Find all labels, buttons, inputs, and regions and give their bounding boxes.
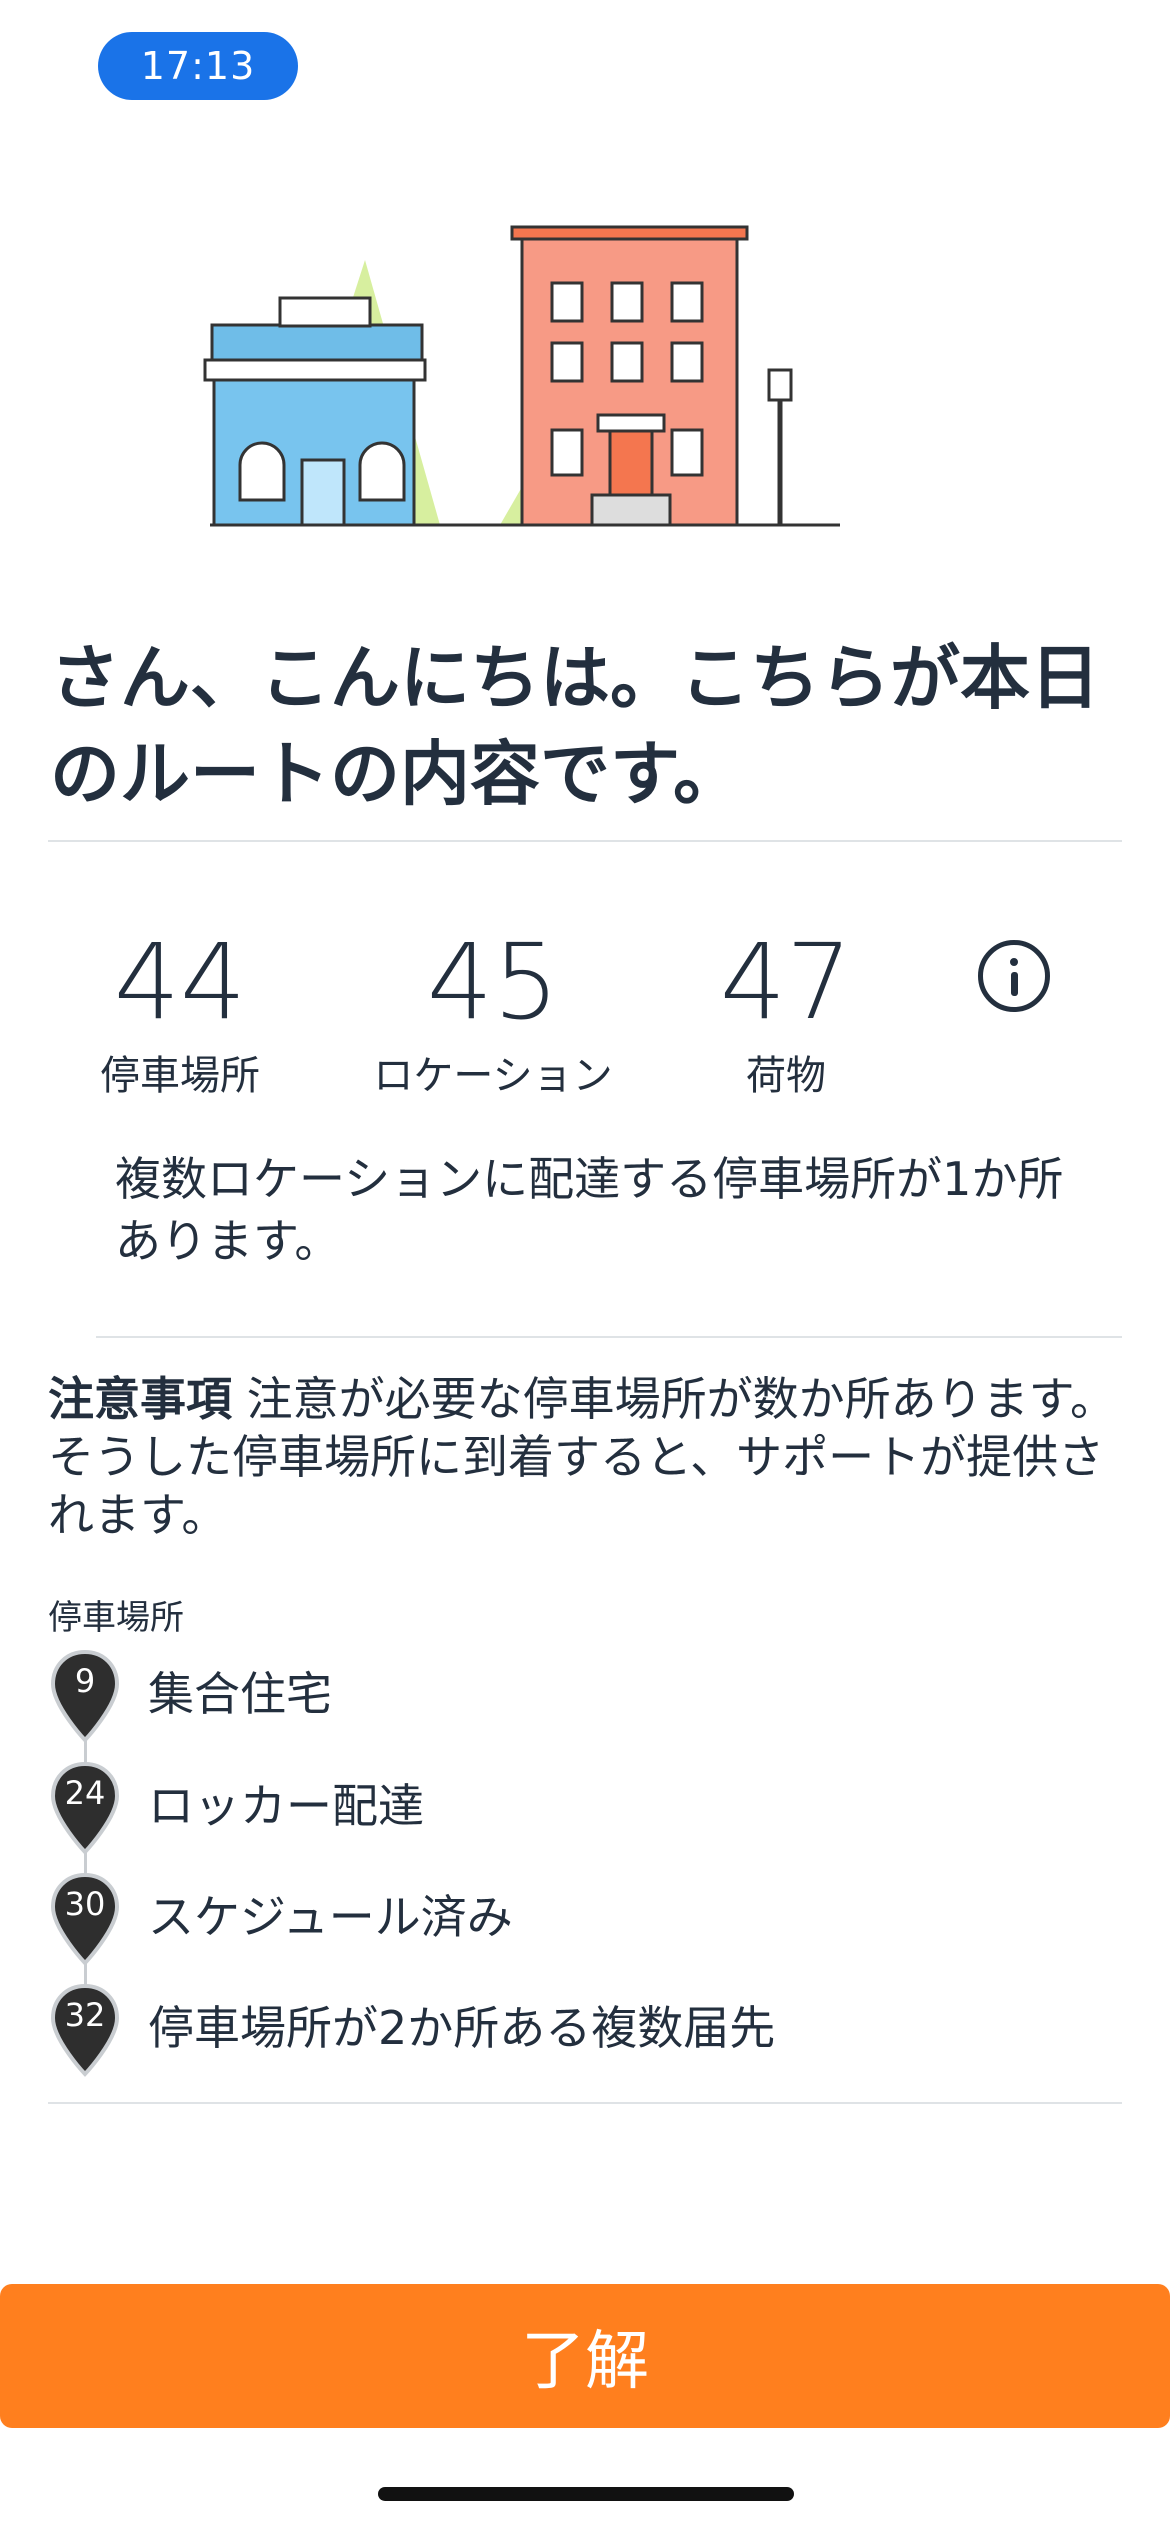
list-item[interactable]: 9 集合住宅 [48, 1648, 1128, 1748]
stop-number: 30 [64, 1885, 106, 1923]
stat-stops-label: 停車場所 [100, 1053, 260, 1099]
stop-label: スケジュール済み [148, 1890, 513, 1944]
route-summary-screen: 17:13 さん、こんにちは。こちらが本日のルートの内容です。 44 停車場所 … [0, 0, 1170, 2532]
divider [96, 1336, 1122, 1338]
stat-stops-value: 44 [113, 921, 247, 1043]
stop-label: ロッカー配達 [148, 1779, 424, 1833]
list-item[interactable]: 24 ロッカー配達 [48, 1760, 1128, 1860]
list-item[interactable]: 30 スケジュール済み [48, 1871, 1128, 1971]
info-icon[interactable] [978, 940, 1050, 1012]
stop-label: 停車場所が2か所ある複数届先 [148, 2001, 776, 2055]
attention-title: 注意事項 [48, 1372, 232, 1426]
stat-packages: 47 荷物 [636, 920, 936, 1104]
stat-locations-label: ロケーション [373, 1053, 613, 1099]
stop-number: 9 [74, 1662, 96, 1700]
stop-label: 集合住宅 [148, 1667, 332, 1721]
stat-locations-value: 45 [426, 921, 560, 1043]
stop-number: 32 [64, 1996, 106, 2034]
multi-location-note: 複数ロケーションに配達する停車場所が1か所あります。 [115, 1152, 1064, 1268]
home-indicator[interactable] [378, 2487, 794, 2501]
greeting-headline: さん、こんにちは。こちらが本日のルートの内容です。 [50, 637, 1100, 815]
stat-packages-value: 47 [719, 921, 853, 1043]
attention-notice: 注意事項 注意が必要な停車場所が数か所あります。そうした停車場所に到着すると、サ… [48, 1370, 1128, 1544]
divider [48, 840, 1122, 842]
list-item[interactable]: 32 停車場所が2か所ある複数届先 [48, 1982, 1128, 2082]
divider [48, 2102, 1122, 2104]
ok-button[interactable]: 了解 [0, 2284, 1170, 2428]
town-illustration [203, 225, 840, 527]
stat-locations: 45 ロケーション [343, 920, 643, 1104]
stat-packages-label: 荷物 [746, 1053, 826, 1099]
stat-stops: 44 停車場所 [30, 920, 330, 1104]
stops-caption: 停車場所 [48, 1598, 184, 1638]
status-time: 17:13 [98, 32, 298, 100]
stop-number: 24 [64, 1774, 106, 1812]
